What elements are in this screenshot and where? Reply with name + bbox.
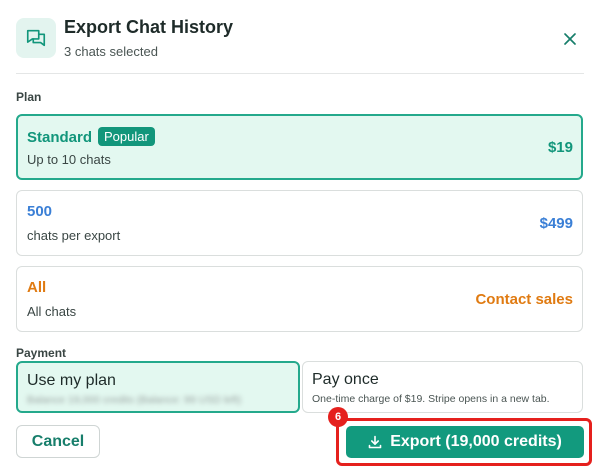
plan-description: All chats [27, 304, 77, 319]
payment-option-description: One-time charge of $19. Stripe opens in … [312, 393, 550, 405]
step-number-badge: 6 [328, 407, 348, 427]
payment-option-description: Balance 19,000 credits (Balance: 99 USD … [27, 394, 242, 406]
plan-price: $499 [539, 215, 573, 232]
payment-option-title: Use my plan [27, 372, 116, 389]
dialog-header: Export Chat History 3 chats selected [16, 16, 584, 62]
cancel-button[interactable]: Cancel [16, 425, 100, 458]
plan-price: $19 [547, 139, 573, 156]
plan-option-all[interactable]: All All chats Contact sales [16, 266, 583, 332]
header-divider [16, 73, 584, 74]
plan-name: All [27, 279, 47, 296]
plan-description: chats per export [27, 228, 121, 243]
plan-name: Standard Popular [27, 127, 155, 146]
popular-badge: Popular [98, 127, 155, 146]
chat-bubbles-icon [16, 18, 56, 58]
payment-option-use-plan[interactable]: Use my plan Balance 19,000 credits (Bala… [16, 361, 300, 413]
dialog-subtitle: 3 chats selected [64, 44, 158, 59]
payment-option-title: Pay once [312, 371, 379, 388]
plan-option-standard[interactable]: Standard Popular Up to 10 chats $19 [16, 114, 583, 180]
close-icon [564, 33, 576, 45]
plan-option-500[interactable]: 500 chats per export $499 [16, 190, 583, 256]
payment-section-label: Payment [16, 346, 67, 360]
plan-description: Up to 10 chats [27, 152, 111, 167]
download-icon [368, 435, 382, 449]
payment-option-pay-once[interactable]: Pay once One-time charge of $19. Stripe … [302, 361, 583, 413]
plan-name-text: Standard [27, 129, 93, 146]
dialog-title: Export Chat History [64, 17, 234, 37]
export-button[interactable]: Export (19,000 credits) [346, 426, 584, 458]
plan-section-label: Plan [16, 90, 42, 104]
plan-name: 500 [27, 203, 53, 220]
contact-sales-link[interactable]: Contact sales [475, 291, 573, 308]
export-button-label: Export (19,000 credits) [390, 433, 562, 450]
close-button[interactable] [560, 29, 580, 49]
